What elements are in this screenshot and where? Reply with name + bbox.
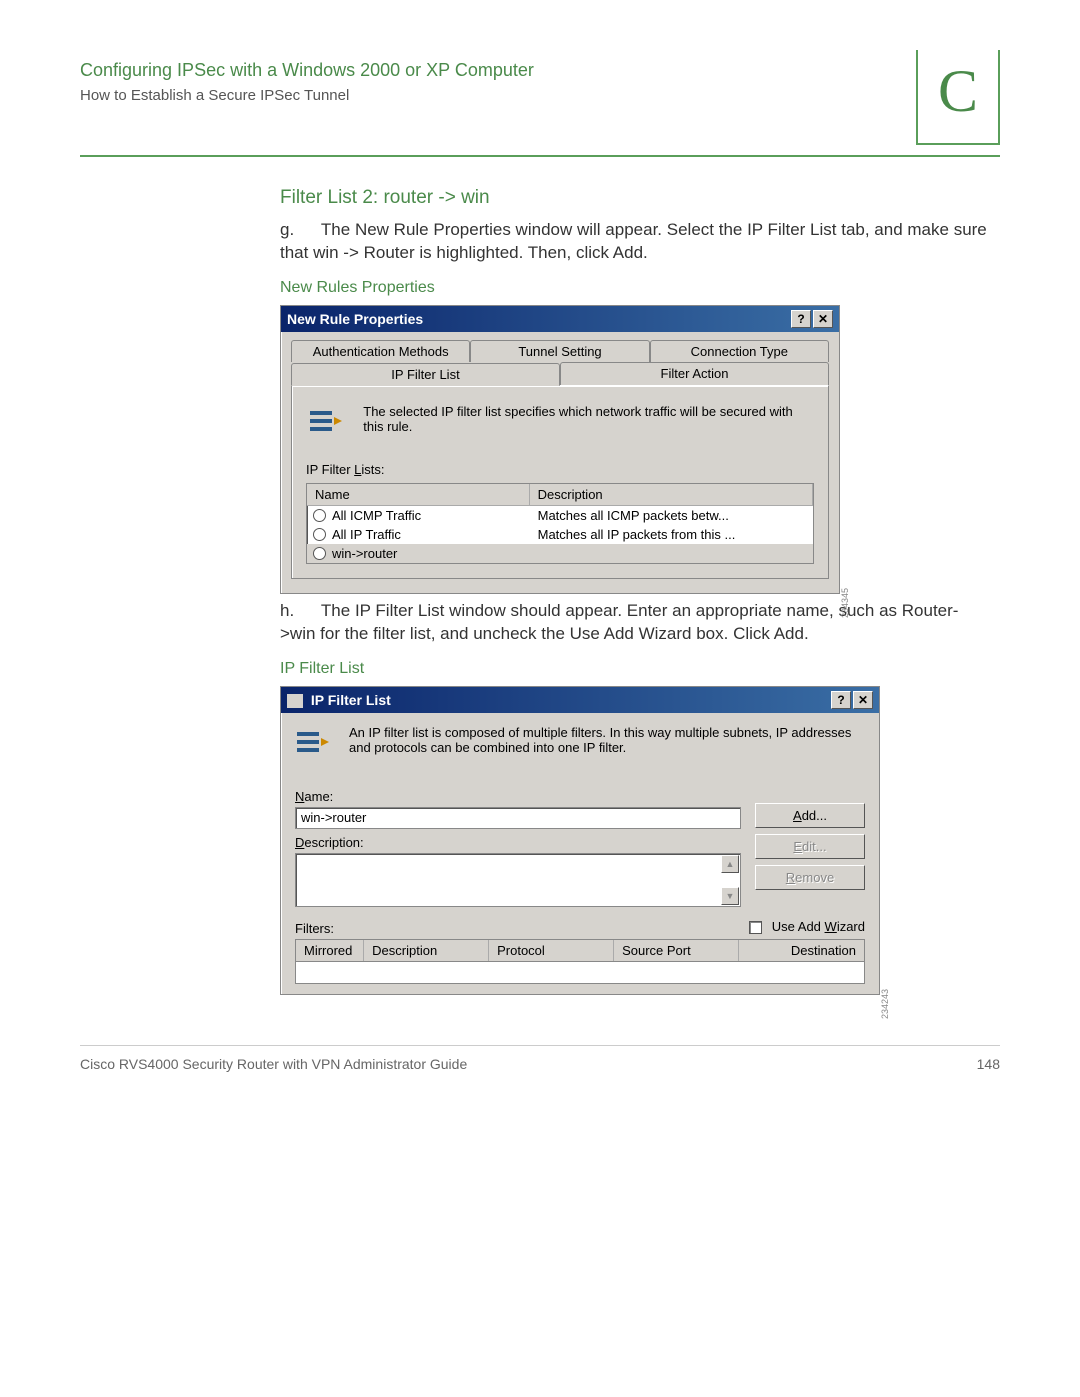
- add-button[interactable]: Add...: [755, 803, 865, 828]
- dialog2-title: IP Filter List: [311, 692, 391, 708]
- use-add-wizard-row[interactable]: Use Add Wizard: [749, 919, 865, 934]
- dialog2-explain-text: An IP filter list is composed of multipl…: [349, 725, 865, 755]
- filter-row-all-icmp[interactable]: All ICMP Traffic Matches all ICMP packet…: [307, 506, 813, 525]
- name-input[interactable]: [295, 807, 741, 829]
- tab-filter-action[interactable]: Filter Action: [560, 362, 829, 385]
- filter-list-icon: [306, 404, 345, 440]
- figure-number-2: 234243: [880, 989, 890, 1019]
- dialog-new-rule-properties: New Rule Properties ? ✕ Authentication M…: [280, 305, 840, 594]
- tab-auth-methods[interactable]: Authentication Methods: [291, 340, 470, 362]
- scroll-down-button[interactable]: ▼: [721, 887, 739, 905]
- col-mirrored[interactable]: Mirrored: [296, 940, 364, 961]
- footer-left: Cisco RVS4000 Security Router with VPN A…: [80, 1056, 467, 1072]
- col-header-name[interactable]: Name: [307, 484, 530, 505]
- step-h-text: The IP Filter List window should appear.…: [280, 601, 958, 643]
- filters-grid-header: Mirrored Description Protocol Source Por…: [295, 939, 865, 962]
- radio-icon[interactable]: [313, 528, 326, 541]
- use-add-wizard-label: Use Add Wizard: [772, 919, 865, 934]
- step-g: g. The New Rule Properties window will a…: [280, 219, 990, 265]
- ip-filter-lists-table: Name Description All ICMP Traffic Matche…: [306, 483, 814, 564]
- dialog-ip-filter-list: IP Filter List ? ✕: [280, 686, 880, 995]
- ip-filter-lists-label: IP Filter Lists:: [306, 462, 814, 477]
- tab-ip-filter-list[interactable]: IP Filter List: [291, 363, 560, 386]
- scroll-up-button[interactable]: ▲: [721, 855, 739, 873]
- use-add-wizard-checkbox[interactable]: [749, 921, 762, 934]
- help-button[interactable]: ?: [791, 310, 811, 328]
- dialog1-explain-text: The selected IP filter list specifies wh…: [363, 404, 814, 434]
- radio-icon[interactable]: [313, 509, 326, 522]
- filters-grid-body[interactable]: [295, 962, 865, 984]
- step-h: h. The IP Filter List window should appe…: [280, 600, 990, 646]
- filter-row-win-router[interactable]: win->router: [307, 544, 813, 563]
- dialog1-titlebar[interactable]: New Rule Properties ? ✕: [281, 306, 839, 332]
- step-g-label: g.: [280, 220, 294, 239]
- tab-connection-type[interactable]: Connection Type: [650, 340, 829, 362]
- col-description[interactable]: Description: [364, 940, 489, 961]
- description-textarea[interactable]: ▲ ▼: [295, 853, 741, 907]
- filters-label: Filters:: [295, 921, 334, 936]
- app-icon: [287, 694, 303, 708]
- help-button[interactable]: ?: [831, 691, 851, 709]
- description-label: Description:: [295, 835, 741, 850]
- close-button[interactable]: ✕: [853, 691, 873, 709]
- page-footer: Cisco RVS4000 Security Router with VPN A…: [80, 1045, 1000, 1072]
- dialog1-title: New Rule Properties: [287, 311, 423, 327]
- header-subtitle: How to Establish a Secure IPSec Tunnel: [80, 87, 916, 104]
- filter-list-icon: [295, 725, 331, 761]
- col-header-description[interactable]: Description: [530, 484, 813, 505]
- col-protocol[interactable]: Protocol: [489, 940, 614, 961]
- edit-button[interactable]: Edit...: [755, 834, 865, 859]
- step-h-label: h.: [280, 601, 294, 620]
- caption-ip-filter-list: IP Filter List: [280, 660, 990, 678]
- dialog2-titlebar[interactable]: IP Filter List ? ✕: [281, 687, 879, 713]
- appendix-badge: C: [916, 50, 1000, 145]
- appendix-letter: C: [938, 57, 978, 126]
- close-button[interactable]: ✕: [813, 310, 833, 328]
- col-destination[interactable]: Destination: [739, 940, 864, 961]
- step-g-text: The New Rule Properties window will appe…: [280, 220, 987, 262]
- page-header: Configuring IPSec with a Windows 2000 or…: [80, 60, 1000, 157]
- radio-icon[interactable]: [313, 547, 326, 560]
- figure-number-1: 234345: [840, 588, 850, 618]
- remove-button[interactable]: Remove: [755, 865, 865, 890]
- col-source-port[interactable]: Source Port: [614, 940, 739, 961]
- filter-row-all-ip[interactable]: All IP Traffic Matches all IP packets fr…: [307, 525, 813, 544]
- name-label: Name:: [295, 789, 741, 804]
- header-title: Configuring IPSec with a Windows 2000 or…: [80, 60, 916, 81]
- section-heading-filterlist2: Filter List 2: router -> win: [280, 187, 990, 209]
- tab-tunnel-setting[interactable]: Tunnel Setting: [470, 340, 649, 362]
- caption-new-rules-properties: New Rules Properties: [280, 279, 990, 297]
- footer-page-number: 148: [977, 1056, 1000, 1072]
